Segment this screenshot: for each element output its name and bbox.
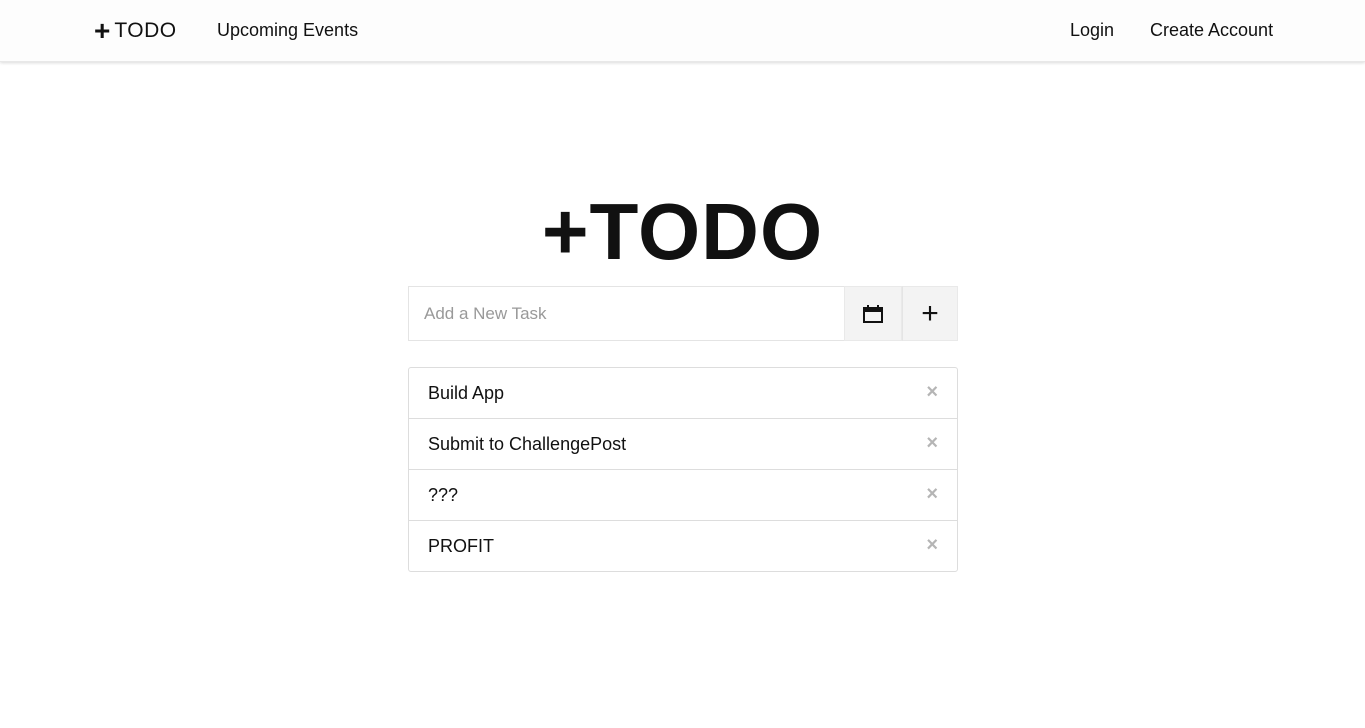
- remove-task-icon[interactable]: ×: [926, 483, 938, 505]
- task-item[interactable]: Submit to ChallengePost ×: [409, 418, 957, 469]
- task-label: Submit to ChallengePost: [428, 434, 627, 454]
- task-item[interactable]: Build App ×: [409, 368, 957, 418]
- plus-icon: +: [921, 296, 939, 330]
- remove-task-icon[interactable]: ×: [926, 381, 938, 403]
- brand-text: TODO: [114, 19, 177, 42]
- add-task-button[interactable]: +: [902, 286, 958, 341]
- task-label: ???: [428, 485, 459, 505]
- task-item[interactable]: PROFIT ×: [409, 520, 957, 571]
- remove-task-icon[interactable]: ×: [926, 432, 938, 454]
- brand-logo-link[interactable]: + TODO: [94, 17, 177, 45]
- task-item[interactable]: ??? ×: [409, 469, 957, 520]
- date-picker-button[interactable]: [844, 286, 902, 341]
- brand-plus-icon: +: [94, 15, 111, 46]
- calendar-icon: [863, 304, 883, 323]
- task-list: Build App × Submit to ChallengePost × ??…: [408, 367, 958, 572]
- new-task-input[interactable]: [408, 286, 844, 341]
- remove-task-icon[interactable]: ×: [926, 534, 938, 556]
- navbar: + TODO Upcoming Events Login Create Acco…: [0, 0, 1365, 62]
- nav-create-account-link[interactable]: Create Account: [1150, 19, 1273, 41]
- hero-title: +TODO: [541, 187, 824, 276]
- nav-upcoming-events-link[interactable]: Upcoming Events: [217, 19, 358, 41]
- task-label: Build App: [428, 383, 505, 403]
- new-task-form: +: [408, 286, 958, 341]
- task-label: PROFIT: [428, 536, 494, 556]
- nav-login-link[interactable]: Login: [1070, 19, 1114, 41]
